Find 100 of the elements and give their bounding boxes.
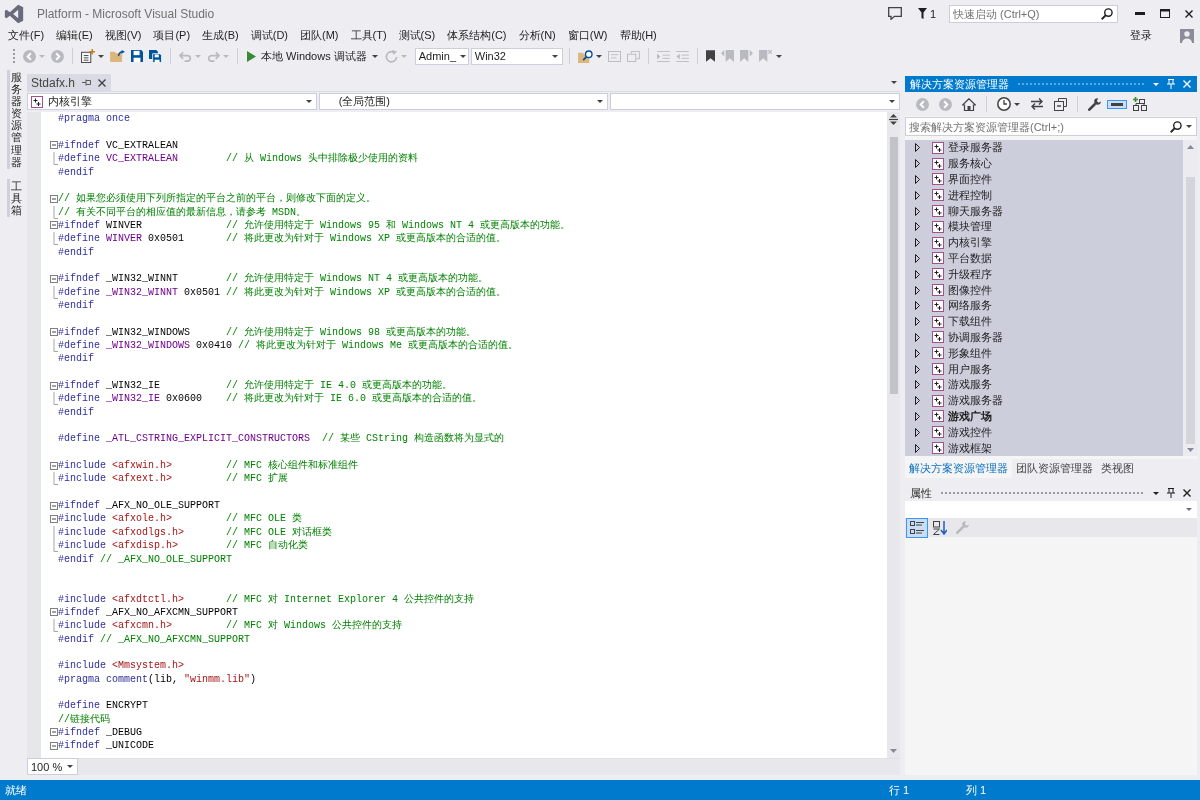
toolbar-grip[interactable] <box>12 48 16 64</box>
expand-arrow-icon[interactable] <box>915 143 920 153</box>
menu-item[interactable]: 项目(P) <box>147 28 197 43</box>
project-dropdown[interactable]: 内核引擎 <box>27 93 317 110</box>
panel-title-bar[interactable]: 属性 <box>905 485 1197 501</box>
tree-item[interactable]: 进程控制 <box>905 187 1183 204</box>
menu-item[interactable]: 团队(M) <box>294 28 345 43</box>
expand-arrow-icon[interactable] <box>915 238 920 248</box>
tree-item[interactable]: 登录服务器 <box>905 140 1183 156</box>
side-tab[interactable]: 工具箱 <box>7 178 22 218</box>
expand-arrow-icon[interactable] <box>915 411 920 421</box>
split-handle-icon[interactable] <box>889 114 898 125</box>
expand-arrow-icon[interactable] <box>915 427 920 437</box>
scroll-up-icon[interactable] <box>1186 145 1194 149</box>
notifications-button[interactable]: 1 <box>917 6 936 21</box>
scrollbar-thumb[interactable] <box>889 137 898 394</box>
panel-tab[interactable]: 解决方案资源管理器 <box>905 459 1012 478</box>
expand-arrow-icon[interactable] <box>915 159 920 169</box>
caret-icon[interactable] <box>891 81 897 84</box>
sign-in-link[interactable]: 登录 <box>1130 28 1152 43</box>
maximize-icon[interactable] <box>1160 9 1170 18</box>
new-project-icon[interactable] <box>81 49 95 63</box>
expand-arrow-icon[interactable] <box>915 317 920 327</box>
menu-item[interactable]: 窗口(W) <box>561 28 614 43</box>
collapse-icon[interactable] <box>50 608 58 617</box>
floppy-disks-icon[interactable] <box>149 49 162 63</box>
collapse-icon[interactable] <box>50 141 58 150</box>
close-icon[interactable] <box>1185 9 1193 18</box>
menu-item[interactable]: 编辑(E) <box>50 28 99 43</box>
bookmark-icon[interactable] <box>705 50 715 62</box>
collapse-icon[interactable] <box>50 501 58 510</box>
caret-icon[interactable] <box>775 54 782 58</box>
tree-item[interactable]: 升级程序 <box>905 266 1183 283</box>
close-icon[interactable] <box>1183 489 1191 497</box>
expand-arrow-icon[interactable] <box>915 348 920 358</box>
collapse-icon[interactable] <box>50 194 58 203</box>
menu-item[interactable]: 帮助(H) <box>613 28 663 43</box>
expand-arrow-icon[interactable] <box>915 301 920 311</box>
expand-arrow-icon[interactable] <box>915 380 920 390</box>
folder-search-icon[interactable] <box>577 49 593 63</box>
caret-icon[interactable] <box>595 54 602 58</box>
expand-arrow-icon[interactable] <box>915 222 920 232</box>
tree-item[interactable]: 形象组件 <box>905 345 1183 362</box>
collapse-icon[interactable] <box>50 728 58 737</box>
scroll-down-icon[interactable] <box>890 749 897 753</box>
expand-arrow-icon[interactable] <box>915 269 920 279</box>
side-tab[interactable]: 服务器资源管理器 <box>7 70 22 169</box>
expand-arrow-icon[interactable] <box>915 206 920 216</box>
tree-item[interactable]: 游戏控件 <box>905 424 1183 441</box>
collapse-icon[interactable] <box>50 221 58 230</box>
tree-item[interactable]: 图像控件 <box>905 282 1183 298</box>
expand-arrow-icon[interactable] <box>915 332 920 342</box>
collapse-icon[interactable] <box>50 274 58 283</box>
collapse-icon[interactable] <box>50 381 58 390</box>
quick-launch-field[interactable]: 快速启动 (Ctrl+Q) <box>949 4 1118 23</box>
expand-arrow-icon[interactable] <box>915 364 920 374</box>
collapse-icon[interactable] <box>50 741 58 750</box>
expand-arrow-icon[interactable] <box>915 285 920 295</box>
expand-arrow-icon[interactable] <box>915 443 920 453</box>
expand-arrow-icon[interactable] <box>915 253 920 263</box>
collapse-icon[interactable] <box>50 461 58 470</box>
search-field[interactable]: 搜索解决方案资源管理器(Ctrl+;) <box>905 117 1197 136</box>
panel-title-bar[interactable]: 解决方案资源管理器 <box>905 76 1197 92</box>
collapse-icon[interactable] <box>50 515 58 523</box>
scrollbar-thumb[interactable] <box>1185 177 1195 444</box>
pin-icon[interactable] <box>1167 488 1175 498</box>
user-avatar-icon[interactable] <box>1180 28 1194 43</box>
expand-arrow-icon[interactable] <box>915 190 920 200</box>
menu-item[interactable]: 文件(F) <box>2 28 51 43</box>
expand-arrow-icon[interactable] <box>915 396 920 406</box>
tree-item[interactable]: 用户服务 <box>905 361 1183 377</box>
vertical-scrollbar[interactable] <box>887 112 900 758</box>
zoom-dropdown[interactable]: 100 % <box>27 758 78 775</box>
menu-item[interactable]: 生成(B) <box>196 28 245 43</box>
menu-item[interactable]: 工具(T) <box>344 28 393 43</box>
speech-bubble-icon[interactable] <box>887 7 902 20</box>
caret-icon[interactable] <box>1153 491 1159 495</box>
document-tab[interactable]: Stdafx.h <box>27 74 112 91</box>
menu-item[interactable]: 调试(D) <box>244 28 294 43</box>
caret-icon[interactable] <box>98 54 104 58</box>
tree-item[interactable]: 游戏框架 <box>905 440 1183 456</box>
scope-dropdown[interactable]: (全局范围) <box>318 93 609 110</box>
horizontal-scrollbar[interactable] <box>78 758 900 775</box>
menu-item[interactable]: 体系结构(C) <box>441 28 513 43</box>
close-icon[interactable] <box>98 78 107 87</box>
panel-tab[interactable]: 团队资源管理器 <box>1012 459 1097 478</box>
minus-button[interactable] <box>1107 99 1127 109</box>
tree-item[interactable]: 聊天服务器 <box>905 203 1183 219</box>
configuration-dropdown[interactable]: Admin_ <box>414 47 469 65</box>
menu-item[interactable]: 测试(S) <box>392 28 442 43</box>
menu-item[interactable]: 分析(N) <box>512 28 562 43</box>
folder-icon[interactable] <box>110 50 125 62</box>
collapse-icon[interactable] <box>50 328 58 337</box>
start-debugging-button[interactable]: 本地 Windows 调试器 <box>244 46 381 66</box>
expand-arrow-icon[interactable] <box>915 175 920 184</box>
menu-item[interactable]: 视图(V) <box>98 28 148 43</box>
platform-dropdown[interactable]: Win32 <box>470 47 563 65</box>
panel-tab[interactable]: 类视图 <box>1097 459 1138 478</box>
scroll-down-icon[interactable] <box>1186 448 1194 452</box>
vertical-scrollbar[interactable] <box>1183 140 1197 456</box>
